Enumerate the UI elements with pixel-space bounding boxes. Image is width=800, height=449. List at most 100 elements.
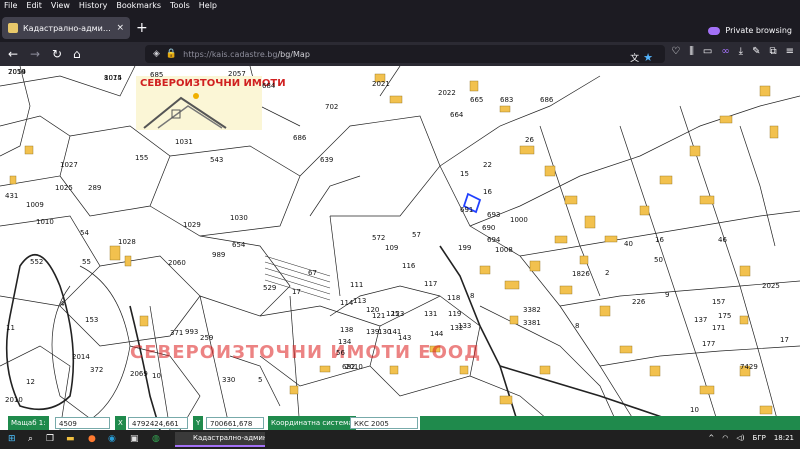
new-tab-button[interactable]: + <box>136 21 148 35</box>
url-bar[interactable]: ◈ 🔒 https://kais.cadastre.bg/bg/Map 文 ★ <box>145 45 665 66</box>
parcel-number-label: 8 <box>575 322 580 330</box>
chrome-icon[interactable]: ◍ <box>152 433 160 446</box>
parcel-number-label: 10 <box>152 372 161 380</box>
task-view-icon[interactable]: ❐ <box>46 433 54 446</box>
parcel-number-label: 26 <box>525 136 534 144</box>
parcel-number-label: 1029 <box>183 221 201 229</box>
parcel-number-label: 639 <box>320 156 334 164</box>
parcel-number-label: 1031 <box>175 138 193 146</box>
library-icon[interactable]: ⫼ <box>689 46 694 57</box>
parcel-number-label: 4 <box>60 300 65 308</box>
network-icon[interactable]: ◠ <box>722 434 728 442</box>
edge-icon[interactable]: ◉ <box>108 433 116 446</box>
private-mask-toolbar-icon[interactable]: ∞ <box>721 46 729 57</box>
menu-history[interactable]: History <box>75 0 112 12</box>
tab-strip: Кадастрално-административна... × + Priva… <box>0 12 800 42</box>
parcel-number-label: 157 <box>712 298 726 306</box>
parcel-number-label: 116 <box>402 262 416 270</box>
taskbar-firefox-window[interactable]: Кадастрално-админ... <box>175 432 265 447</box>
x-coordinate-value: 4792424,661 <box>128 417 188 429</box>
file-explorer-icon[interactable]: ▬ <box>66 433 75 446</box>
extensions-icon[interactable]: ✎ <box>752 46 760 57</box>
lock-icon[interactable]: 🔒 <box>166 49 177 59</box>
parcel-number-label: 683 <box>500 96 514 104</box>
coordinate-bar: Мащаб 1: 4509 X 4792424,661 Y 700661,678… <box>0 416 800 430</box>
search-icon[interactable]: ⌕ <box>28 433 33 446</box>
parcel-number-label: 109 <box>385 244 399 252</box>
menu-tools[interactable]: Tools <box>166 0 195 12</box>
clock[interactable]: 18:21 <box>774 434 794 442</box>
forward-arrow-icon[interactable]: → <box>30 46 40 62</box>
windows-start-icon[interactable]: ⊞ <box>8 433 16 446</box>
parcel-number-label: 2010 <box>5 396 23 404</box>
tab-cadastre[interactable]: Кадастрално-административна... × <box>2 17 130 39</box>
parcel-number-label: 684 <box>262 82 276 90</box>
sidebar-icon[interactable]: ▭ <box>703 46 712 57</box>
menu-edit[interactable]: Edit <box>22 0 47 12</box>
menu-file[interactable]: File <box>0 0 22 12</box>
reload-icon[interactable]: ↻ <box>52 46 62 62</box>
bookmark-star-icon[interactable]: ★ <box>643 51 653 64</box>
parcel-number-label: 117 <box>424 280 438 288</box>
parcel-number-label: 55 <box>82 258 91 266</box>
parcel-number-label: 371 <box>170 329 184 337</box>
parcel-number-label: 7059 <box>8 68 26 76</box>
firefox-icon[interactable]: ● <box>88 433 96 446</box>
menu-bookmarks[interactable]: Bookmarks <box>112 0 166 12</box>
parcel-number-label: 155 <box>135 154 149 162</box>
translate-icon[interactable]: 文 <box>630 51 639 64</box>
parcel-number-label: 119 <box>448 310 462 318</box>
private-browsing-indicator: Private browsing <box>708 26 792 35</box>
parcel-number-label: 2060 <box>168 259 186 267</box>
parcel-number-label: 144 <box>430 330 444 338</box>
cadastral-map[interactable]: СЕВЕРОИЗТОЧНИ ИМОТИ СЕВЕРОИЗТОЧНИ ИМОТИ … <box>0 66 800 430</box>
x-label: X <box>115 416 126 430</box>
menu-bar: File Edit View History Bookmarks Tools H… <box>0 0 800 12</box>
store-icon[interactable]: ▣ <box>130 433 139 446</box>
parcel-number-label: 7429 <box>740 363 758 371</box>
tray-chevron-icon[interactable]: ^ <box>708 434 714 442</box>
parcel-number-label: 67 <box>308 269 317 277</box>
parcel-number-label: 2 <box>605 269 610 277</box>
language-indicator[interactable]: БГР <box>753 434 766 442</box>
volume-icon[interactable]: ◁) <box>736 434 744 442</box>
url-actions: 文 ★ <box>630 48 653 66</box>
back-arrow-icon[interactable]: ← <box>8 46 18 62</box>
parcel-number-label: 3382 <box>523 306 541 314</box>
parcel-number-label: 2025 <box>762 282 780 290</box>
site-favicon-icon <box>8 23 18 33</box>
parcel-number-label: 1028 <box>118 238 136 246</box>
parcel-number-label: 11 <box>6 324 15 332</box>
parcel-number-label: 664 <box>450 111 464 119</box>
menu-view[interactable]: View <box>47 0 75 12</box>
menu-icon[interactable]: ≡ <box>786 46 794 57</box>
parcel-number-label: 114 <box>340 299 354 307</box>
parcel-number-label: 171 <box>712 324 726 332</box>
watermark-text: СЕВЕРОИЗТОЧНИ ИМОТИ ЕООД <box>130 342 482 363</box>
parcel-number-label: 2069 <box>130 370 148 378</box>
coordinate-system-label: Координатна система <box>268 416 356 430</box>
download-icon[interactable]: ⤓ <box>739 46 743 57</box>
parcel-number-label: 431 <box>5 192 19 200</box>
parcel-number-label: 1025 <box>55 184 73 192</box>
parcel-number-label: 2057 <box>228 70 246 78</box>
scale-value[interactable]: 4509 <box>55 417 110 429</box>
parcel-number-label: 118 <box>447 294 461 302</box>
shield-icon[interactable]: ◈ <box>153 49 160 59</box>
parcel-number-label: 138 <box>340 326 354 334</box>
pocket-icon[interactable]: ♡ <box>671 46 680 57</box>
home-icon[interactable]: ⌂ <box>73 46 81 62</box>
parcel-number-label: 17 <box>292 288 301 296</box>
tab-close-icon[interactable]: × <box>116 23 124 33</box>
menu-help[interactable]: Help <box>195 0 222 12</box>
parcel-number-label: 1826 <box>572 270 590 278</box>
parcel-number-label: 694 <box>487 236 501 244</box>
screenshot-icon[interactable]: ⧉ <box>769 46 776 57</box>
parcel-number-label: 372 <box>90 366 104 374</box>
parcel-number-label: 131 <box>424 310 438 318</box>
parcel-number-label: 46 <box>718 236 727 244</box>
url-text[interactable]: https://kais.cadastre.bg/bg/Map <box>183 50 310 59</box>
coordinate-system-select[interactable]: ККС 2005 <box>350 417 418 429</box>
map-parcels-svg[interactable] <box>0 66 800 430</box>
parcel-number-label: 552 <box>30 258 44 266</box>
